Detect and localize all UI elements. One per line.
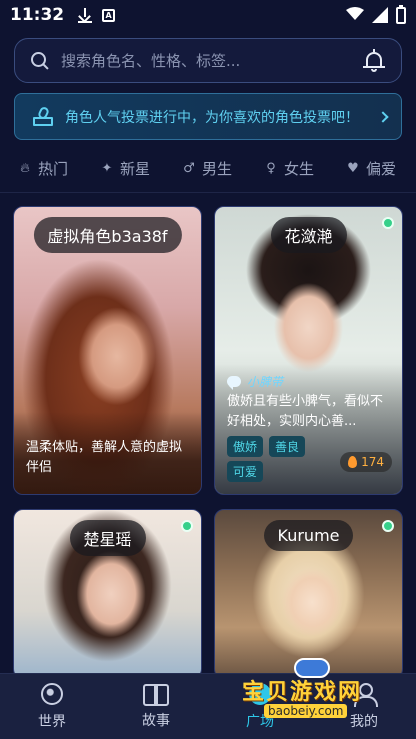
tab-hot[interactable]: 🔥︎ 热门 bbox=[18, 158, 68, 179]
character-name: 花潋滟 bbox=[270, 217, 347, 253]
nav-story[interactable]: 故事 bbox=[104, 674, 208, 739]
status-time: 11:32 bbox=[10, 5, 65, 25]
sparkle-icon: ✦ bbox=[101, 160, 113, 176]
search-bar[interactable]: 搜索角色名、性格、标签... bbox=[14, 38, 402, 83]
tab-label: 女生 bbox=[283, 159, 314, 178]
character-tags: 傲娇 善良 可爱 bbox=[227, 436, 342, 482]
nav-label: 故事 bbox=[142, 712, 170, 729]
nav-profile[interactable]: 我的 bbox=[312, 674, 416, 739]
tab-favorite[interactable]: ♥ 偏爱 bbox=[346, 158, 396, 179]
book-icon bbox=[143, 683, 169, 706]
popularity-count: 174 bbox=[361, 455, 384, 469]
signal-icon bbox=[372, 7, 388, 23]
category-tabs: 🔥︎ 热门 ✦ 新星 ♂ 男生 ♀ 女生 ♥ 偏爱 bbox=[0, 150, 416, 186]
character-tagline: 小脾带 bbox=[227, 373, 283, 390]
nav-label: 广场 bbox=[246, 713, 274, 730]
flame-icon: 🔥︎ bbox=[20, 160, 30, 176]
popularity-badge: 174 bbox=[340, 452, 392, 472]
chevron-right-icon bbox=[377, 110, 389, 123]
online-indicator bbox=[382, 520, 394, 532]
wifi-icon bbox=[346, 6, 364, 25]
tab-label: 男生 bbox=[201, 159, 232, 178]
tab-new-star[interactable]: ✦ 新星 bbox=[100, 158, 150, 179]
chat-bubble-icon bbox=[227, 376, 241, 390]
female-icon: ♀ bbox=[266, 160, 276, 176]
globe-icon bbox=[41, 682, 63, 705]
tag: 傲娇 bbox=[227, 436, 264, 457]
tag: 善良 bbox=[269, 436, 306, 457]
heart-icon: ♥ bbox=[347, 160, 359, 176]
nav-label: 我的 bbox=[350, 713, 378, 730]
character-card[interactable]: Kurume bbox=[214, 509, 403, 679]
plaza-icon bbox=[249, 682, 271, 705]
nav-world[interactable]: 世界 bbox=[0, 674, 104, 739]
tagline-text: 小脾带 bbox=[247, 375, 284, 389]
a-app-icon: A bbox=[102, 8, 116, 22]
tabs-divider bbox=[0, 192, 416, 193]
online-indicator bbox=[382, 217, 394, 229]
battery-icon bbox=[396, 4, 406, 24]
character-card[interactable]: 虚拟角色b3a38f 温柔体贴，善解人意的虚拟伴侣 bbox=[13, 206, 202, 495]
online-indicator bbox=[181, 520, 193, 532]
bell-icon[interactable] bbox=[363, 48, 385, 73]
tag: 可爱 bbox=[227, 461, 264, 482]
search-icon bbox=[31, 51, 49, 70]
status-notification-icons: A bbox=[78, 7, 116, 23]
character-description: 傲娇且有些小脾气，看似不好相处，实则内心善... bbox=[227, 394, 384, 429]
tab-label: 偏爱 bbox=[365, 159, 396, 178]
vote-icon bbox=[33, 105, 53, 127]
character-card[interactable]: 楚星瑶 bbox=[13, 509, 202, 679]
vote-banner-text: 角色人气投票进行中，为你喜欢的角色投票吧！ bbox=[65, 109, 359, 126]
download-icon bbox=[78, 7, 93, 23]
search-input[interactable]: 搜索角色名、性格、标签... bbox=[61, 50, 363, 71]
nav-plaza[interactable]: 广场 bbox=[208, 674, 312, 739]
flame-icon bbox=[348, 456, 358, 468]
tab-female[interactable]: ♀ 女生 bbox=[264, 158, 314, 179]
nav-label: 世界 bbox=[38, 713, 66, 730]
profile-icon bbox=[354, 682, 378, 707]
character-name: Kurume bbox=[263, 520, 354, 551]
character-description: 温柔体贴，善解人意的虚拟伴侣 bbox=[14, 412, 201, 494]
tab-label: 热门 bbox=[38, 159, 69, 178]
vote-banner[interactable]: 角色人气投票进行中，为你喜欢的角色投票吧！ bbox=[14, 93, 402, 140]
status-bar: 11:32 A bbox=[0, 0, 416, 30]
status-system-icons bbox=[346, 4, 406, 25]
tab-label: 新星 bbox=[119, 159, 150, 178]
tab-male[interactable]: ♂ 男生 bbox=[182, 158, 232, 179]
character-name: 虚拟角色b3a38f bbox=[33, 217, 182, 253]
male-icon: ♂ bbox=[183, 160, 195, 176]
character-card[interactable]: 花潋滟 小脾带 傲娇且有些小脾气，看似不好相处，实则内心善... 傲娇 善良 可… bbox=[214, 206, 403, 495]
bottom-nav: 世界 故事 广场 我的 bbox=[0, 673, 416, 739]
character-name: 楚星瑶 bbox=[69, 520, 146, 556]
